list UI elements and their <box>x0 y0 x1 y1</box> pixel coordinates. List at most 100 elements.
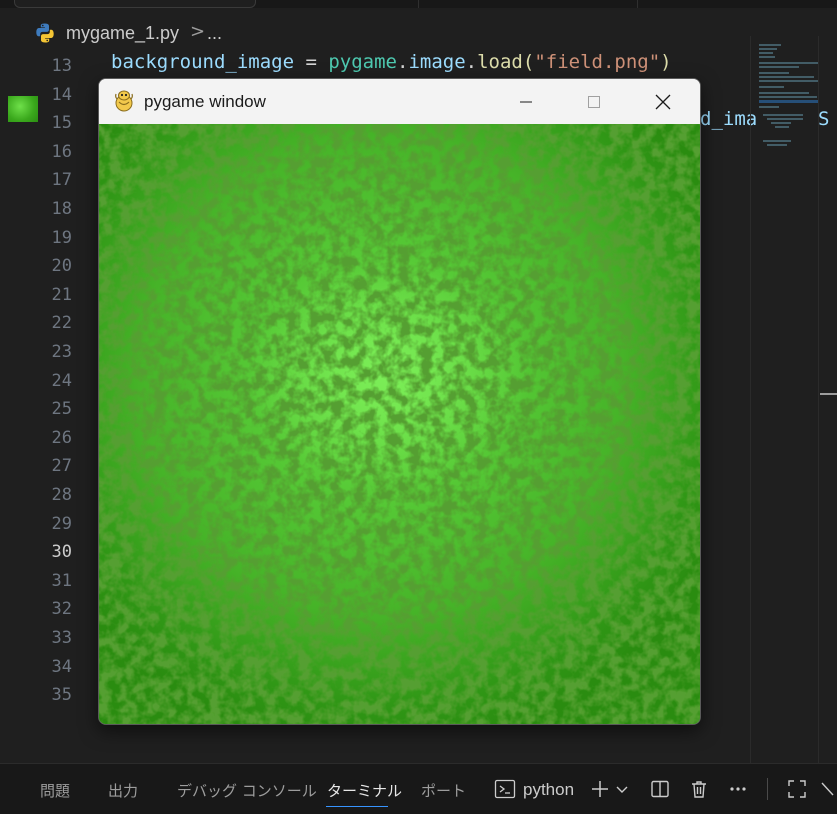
tab-ports[interactable]: ポート <box>421 780 466 801</box>
line-number: 18 <box>51 199 72 219</box>
pygame-snake-icon <box>115 90 133 112</box>
tab-separator <box>418 0 419 8</box>
split-terminal-button[interactable] <box>648 777 672 801</box>
minimize-button[interactable] <box>503 79 549 124</box>
token-paren: ) <box>660 51 672 73</box>
maximize-button[interactable] <box>571 79 617 124</box>
bottom-panel: 問題 出力 デバッグ コンソール ターミナル ポート python <box>0 764 837 814</box>
minimap-highlight <box>759 100 819 103</box>
minimap-code-line <box>759 62 819 64</box>
token-dot: . <box>397 51 409 73</box>
terminal-icon <box>494 779 516 799</box>
maximize-panel-button[interactable] <box>785 777 809 801</box>
token-variable: background_image <box>111 51 295 73</box>
minimap-code-line <box>759 92 809 94</box>
kill-terminal-button[interactable] <box>687 777 711 801</box>
scrollbar-cursor-marker <box>820 393 837 395</box>
top-tab-strip <box>0 0 837 8</box>
line-number: 25 <box>51 399 72 420</box>
minimap-code-line <box>759 76 814 78</box>
python-file-icon <box>36 23 54 43</box>
line-number: 20 <box>51 256 72 277</box>
tab-terminal[interactable]: ターミナル <box>327 780 402 801</box>
tab-separator <box>637 0 638 8</box>
minimap-code-line <box>771 122 791 124</box>
tab-problems[interactable]: 問題 <box>40 780 70 801</box>
pygame-canvas[interactable] <box>99 124 700 724</box>
terminal-selector[interactable]: python <box>523 780 574 800</box>
tab-debug-console[interactable]: デバッグ コンソール <box>177 780 317 801</box>
new-terminal-button[interactable] <box>588 777 612 801</box>
line-number: 33 <box>51 628 72 648</box>
field-background-image <box>99 124 700 724</box>
line-number: 14 <box>51 84 72 105</box>
pygame-window[interactable]: pygame window <box>98 78 701 725</box>
breadcrumb-file[interactable]: mygame_1.py <box>66 23 179 44</box>
minimap-code-line <box>759 86 784 88</box>
line-number: 15 <box>51 113 72 134</box>
line-number: 13 <box>51 56 72 76</box>
line-number: 31 <box>51 570 72 591</box>
tab-output[interactable]: 出力 <box>108 780 138 801</box>
line-number: 35 <box>51 685 72 706</box>
trash-icon <box>692 781 706 798</box>
code-line-13[interactable]: background_image = pygame.image.load("fi… <box>111 51 672 73</box>
active-tab-indicator <box>326 806 388 807</box>
minimap[interactable] <box>750 36 819 766</box>
minimap-code-line <box>759 44 781 46</box>
line-number: 28 <box>51 485 72 505</box>
line-number: 29 <box>51 513 72 534</box>
minimap-code-line <box>759 48 777 50</box>
line-number: 21 <box>51 284 72 305</box>
close-icon <box>821 782 834 796</box>
minimap-code-line <box>759 52 773 54</box>
ellipsis-icon <box>730 787 746 791</box>
breadcrumb: mygame_1.py > ... <box>0 8 750 44</box>
minimap-code-line <box>759 72 789 74</box>
breadcrumb-symbol[interactable]: ... <box>207 23 222 44</box>
close-icon <box>655 94 671 109</box>
token-attribute: image <box>408 51 466 73</box>
maximize-icon <box>588 95 600 108</box>
window-title: pygame window <box>144 92 266 111</box>
split-icon <box>651 780 669 798</box>
editor-tab-edge[interactable] <box>14 0 256 8</box>
minimap-code-line <box>759 80 819 82</box>
terminal-dropdown-button[interactable] <box>613 777 631 801</box>
minimap-code-line <box>763 140 791 142</box>
token-paren: ( <box>522 51 535 73</box>
plus-icon <box>592 781 608 797</box>
code-line-15-fragment[interactable]: d_ima <box>700 108 757 130</box>
line-number: 16 <box>51 141 72 162</box>
line-number: 30 <box>51 542 72 563</box>
minimap-code-line <box>767 118 803 120</box>
line-number: 23 <box>51 342 72 362</box>
minimize-icon <box>520 101 532 102</box>
token-dot: . <box>465 51 478 73</box>
line-number: 22 <box>51 313 72 334</box>
minimap-code-line <box>759 56 775 58</box>
toolbar-separator <box>767 778 768 800</box>
line-number: 24 <box>51 370 72 391</box>
token-module: pygame <box>328 51 397 73</box>
close-panel-button[interactable] <box>818 777 836 801</box>
line-number: 27 <box>51 456 72 477</box>
minimap-code-line <box>759 66 799 68</box>
line-number-gutter: 13 14 15 16 17 18 19 20 21 22 23 24 25 26 27 28 29 30 31 32… <box>0 44 100 714</box>
line-number: 17 <box>51 170 72 191</box>
minimap-code-line <box>767 144 787 146</box>
token-operator: = <box>294 51 329 73</box>
breadcrumb-separator: > <box>190 21 206 42</box>
close-button[interactable] <box>640 79 686 124</box>
pygame-titlebar[interactable]: pygame window <box>99 79 700 124</box>
line-number: 26 <box>51 427 72 448</box>
more-actions-button[interactable] <box>726 777 750 801</box>
token-string: "field.png" <box>534 51 661 73</box>
line-number: 19 <box>51 227 72 248</box>
minimap-code-line <box>759 106 779 108</box>
minimap-code-line <box>763 114 803 116</box>
expand-icon <box>788 780 806 798</box>
vertical-scrollbar[interactable] <box>818 36 837 766</box>
token-function: load <box>477 51 523 73</box>
line-number: 32 <box>51 599 72 620</box>
